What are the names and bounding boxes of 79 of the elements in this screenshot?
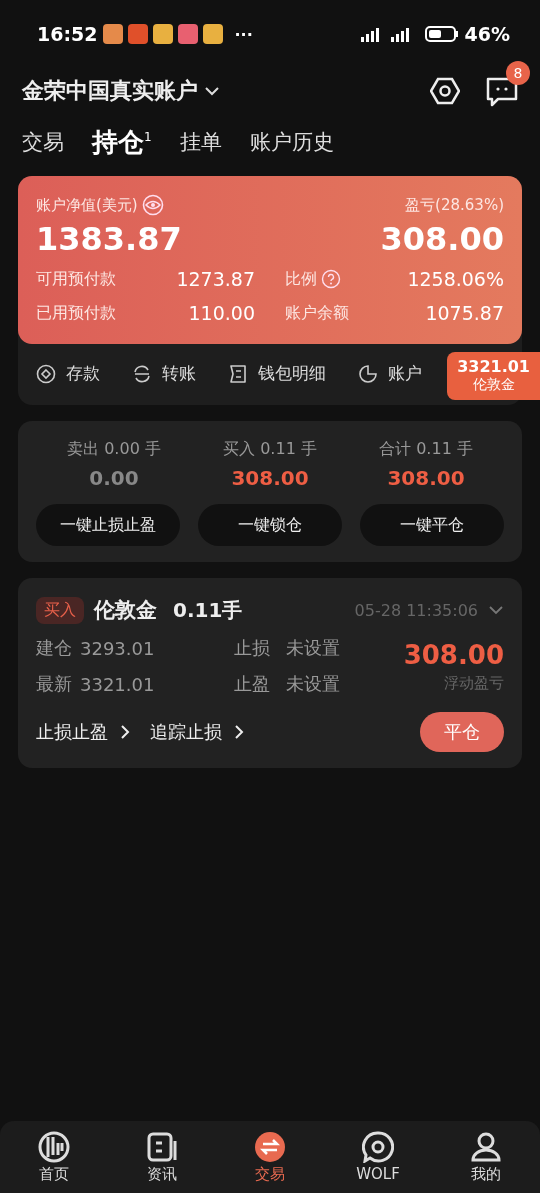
floating-pnl: 308.00 xyxy=(403,639,504,670)
quick-action-button[interactable]: 一键锁仓 xyxy=(198,504,342,546)
stat-value: 1258.06% xyxy=(407,268,504,290)
chevron-down-icon xyxy=(204,86,220,96)
coin-icon xyxy=(36,363,56,384)
equity-value: 1383.87 xyxy=(36,220,182,258)
lots-label: 合计 0.11 手 xyxy=(379,439,473,460)
price-value: 3293.01 xyxy=(80,637,156,659)
price-value: 3321.01 xyxy=(457,357,530,376)
settings-icon[interactable] xyxy=(430,76,460,106)
app-notification-icon xyxy=(178,24,199,44)
exchange-icon xyxy=(254,1130,286,1163)
tab[interactable]: 挂单 xyxy=(179,128,222,156)
action-button[interactable]: 转账 xyxy=(132,362,196,385)
stat-value: 1075.87 xyxy=(425,302,504,324)
price-value: 3321.01 xyxy=(80,673,156,695)
tab[interactable]: 账户历史 xyxy=(249,128,334,156)
status-time: 16:52 xyxy=(37,23,98,45)
wallet-icon xyxy=(228,363,248,384)
price-symbol: 伦敦金 xyxy=(472,376,515,394)
link-button[interactable]: 追踪止损 xyxy=(150,720,244,744)
app-notification-icon xyxy=(153,24,174,44)
side-tag: 买入 xyxy=(36,596,84,624)
tab[interactable]: 持仓$^{1}$ xyxy=(92,124,152,160)
action-button[interactable]: 钱包明细 xyxy=(228,362,326,385)
nav-item[interactable]: 我的 xyxy=(446,1130,526,1184)
floating-pnl-label: 浮动盈亏 xyxy=(444,673,504,693)
pnl-label: 盈亏(28.63%) xyxy=(405,195,504,215)
pnl-value: 308.00 xyxy=(380,220,504,258)
order-value: 未设置 xyxy=(286,672,340,696)
message-badge: 8 xyxy=(506,61,530,85)
pnl-amount: 308.00 xyxy=(387,466,465,490)
link-button[interactable]: 止损止盈 xyxy=(36,720,130,744)
chevron-down-icon[interactable] xyxy=(488,605,504,615)
stat-label: 账户余额 xyxy=(285,302,349,324)
chevron-right-icon xyxy=(234,724,244,740)
nav-item[interactable]: 首页 xyxy=(14,1130,94,1184)
nav-item[interactable]: WOLF xyxy=(338,1131,418,1183)
position-symbol: 伦敦金 xyxy=(94,597,157,624)
stat-label: 已用预付款 xyxy=(36,302,116,324)
nav-item[interactable]: 交易 xyxy=(230,1130,310,1184)
pnl-amount: 0.00 xyxy=(89,466,139,490)
chat-bubble-icon xyxy=(362,1131,394,1163)
quick-action-button[interactable]: 一键止损止盈 xyxy=(36,504,180,546)
eye-icon[interactable] xyxy=(141,194,164,216)
app-notification-icon xyxy=(128,24,149,44)
lots-label: 买入 0.11 手 xyxy=(223,439,317,460)
equity-label: 账户净值(美元) xyxy=(36,195,138,215)
order-label: 止盈 xyxy=(234,672,271,696)
nav-item[interactable]: 资讯 xyxy=(122,1130,202,1184)
app-notification-icon xyxy=(103,24,124,44)
quick-action-button[interactable]: 一键平仓 xyxy=(360,504,504,546)
tab[interactable]: 交易 xyxy=(22,128,64,156)
pnl-amount: 308.00 xyxy=(231,466,309,490)
order-label: 止损 xyxy=(234,636,271,660)
price-label: 最新 xyxy=(36,672,73,696)
app-notification-icon xyxy=(203,24,224,44)
position-lots: 0.11手 xyxy=(173,596,243,624)
chevron-right-icon xyxy=(120,724,130,740)
lots-label: 卖出 0.00 手 xyxy=(67,439,161,460)
pie-chart-icon xyxy=(358,363,378,384)
stat-label: 比例 xyxy=(285,268,317,290)
action-button[interactable]: 账户 xyxy=(358,362,422,385)
battery-icon xyxy=(424,26,459,42)
more-notifications: ··· xyxy=(234,24,253,44)
transfer-icon xyxy=(132,363,152,384)
stat-value: 1273.87 xyxy=(176,268,255,290)
stat-value: 110.00 xyxy=(188,302,255,324)
help-icon[interactable] xyxy=(321,269,341,289)
price-label: 建仓 xyxy=(36,636,73,660)
account-selector[interactable]: 金荣中国真实账户 xyxy=(22,76,220,106)
order-value: 未设置 xyxy=(286,636,340,660)
document-icon xyxy=(146,1130,178,1163)
profile-icon xyxy=(470,1130,502,1163)
open-time: 05-28 11:35:06 xyxy=(354,600,478,620)
battery-percent: 46% xyxy=(464,23,510,45)
action-button[interactable]: 存款 xyxy=(36,362,100,385)
stat-label: 可用预付款 xyxy=(36,268,116,290)
home-logo-icon xyxy=(38,1130,70,1163)
